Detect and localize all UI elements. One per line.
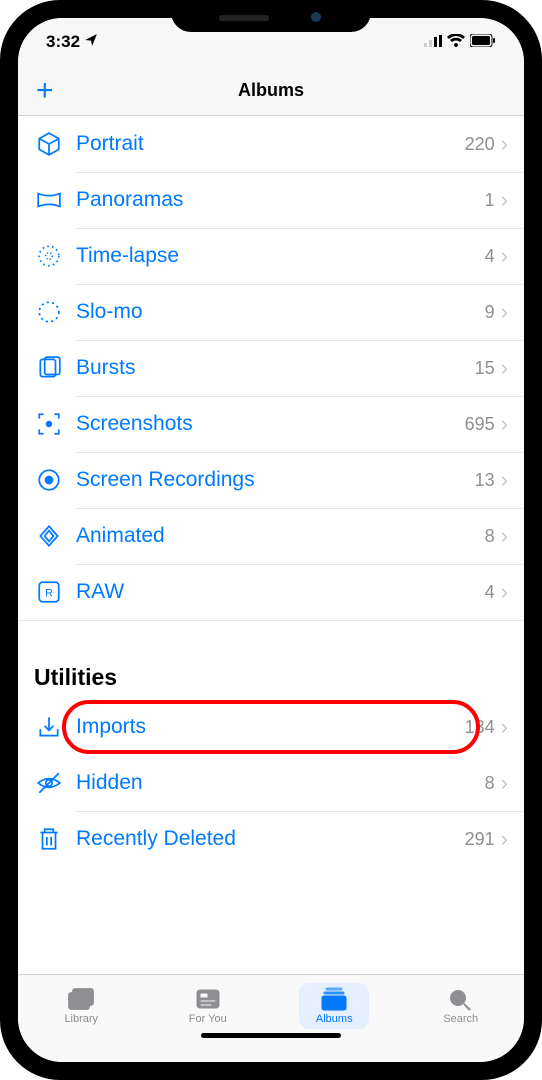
row-recently-deleted[interactable]: Recently Deleted 291 ›: [18, 811, 524, 867]
tab-library[interactable]: Library: [46, 983, 116, 1029]
chevron-right-icon: ›: [501, 770, 508, 796]
row-imports[interactable]: Imports 134 ›: [18, 699, 524, 755]
tab-bar: Library For You Albums Search: [18, 974, 524, 1062]
row-screenrecordings[interactable]: Screen Recordings 13 ›: [18, 452, 524, 508]
status-right: [424, 32, 496, 52]
wifi-icon: [447, 32, 465, 52]
row-count: 4: [485, 582, 495, 603]
battery-icon: [470, 32, 496, 52]
chevron-right-icon: ›: [501, 523, 508, 549]
slomo-icon: [34, 297, 64, 327]
row-label: Screen Recordings: [76, 468, 475, 492]
content-area[interactable]: Portrait 220 › Panoramas 1 › Time-lapse …: [18, 116, 524, 974]
screen: 3:32 + Albums: [18, 18, 524, 1062]
row-count: 8: [485, 526, 495, 547]
trash-icon: [34, 824, 64, 854]
screenshots-icon: [34, 409, 64, 439]
row-timelapse[interactable]: Time-lapse 4 ›: [18, 228, 524, 284]
row-count: 9: [485, 302, 495, 323]
animated-icon: [34, 521, 64, 551]
signal-icon: [424, 32, 442, 52]
screenrecording-icon: [34, 465, 64, 495]
row-label: Imports: [76, 715, 465, 739]
chevron-right-icon: ›: [501, 714, 508, 740]
row-label: Recently Deleted: [76, 827, 465, 851]
row-count: 1: [485, 190, 495, 211]
panorama-icon: [34, 185, 64, 215]
nav-bar: + Albums: [18, 66, 524, 116]
svg-text:R: R: [45, 587, 53, 599]
utilities-header: Utilities: [18, 656, 524, 699]
row-animated[interactable]: Animated 8 ›: [18, 508, 524, 564]
tab-label: Search: [443, 1013, 478, 1025]
row-label: Slo-mo: [76, 300, 485, 324]
row-count: 695: [465, 414, 495, 435]
chevron-right-icon: ›: [501, 243, 508, 269]
row-label: Bursts: [76, 356, 475, 380]
row-label: Time-lapse: [76, 244, 485, 268]
imports-icon: [34, 712, 64, 742]
status-time: 3:32: [46, 32, 80, 52]
row-portrait[interactable]: Portrait 220 ›: [18, 116, 524, 172]
row-raw[interactable]: R RAW 4 ›: [18, 564, 524, 620]
row-count: 13: [475, 470, 495, 491]
row-hidden[interactable]: Hidden 8 ›: [18, 755, 524, 811]
row-count: 15: [475, 358, 495, 379]
row-label: RAW: [76, 580, 485, 604]
row-slomo[interactable]: Slo-mo 9 ›: [18, 284, 524, 340]
chevron-right-icon: ›: [501, 411, 508, 437]
row-label: Panoramas: [76, 188, 485, 212]
tab-label: For You: [189, 1013, 227, 1025]
cube-icon: [34, 129, 64, 159]
add-button[interactable]: +: [36, 76, 54, 106]
chevron-right-icon: ›: [501, 299, 508, 325]
tab-label: Albums: [316, 1013, 353, 1025]
raw-icon: R: [34, 577, 64, 607]
hidden-icon: [34, 768, 64, 798]
section-divider: [18, 620, 524, 656]
row-count: 220: [465, 134, 495, 155]
chevron-right-icon: ›: [501, 579, 508, 605]
row-bursts[interactable]: Bursts 15 ›: [18, 340, 524, 396]
notch: [171, 0, 371, 32]
home-indicator[interactable]: [201, 1033, 341, 1038]
tab-search[interactable]: Search: [426, 983, 496, 1029]
row-count: 291: [465, 829, 495, 850]
timelapse-icon: [34, 241, 64, 271]
phone-frame: 3:32 + Albums: [0, 0, 542, 1080]
chevron-right-icon: ›: [501, 826, 508, 852]
row-screenshots[interactable]: Screenshots 695 ›: [18, 396, 524, 452]
row-count: 134: [465, 717, 495, 738]
chevron-right-icon: ›: [501, 131, 508, 157]
chevron-right-icon: ›: [501, 467, 508, 493]
location-icon: [84, 32, 98, 52]
tab-label: Library: [64, 1013, 98, 1025]
tab-albums[interactable]: Albums: [299, 983, 369, 1029]
row-count: 4: [485, 246, 495, 267]
status-time-area: 3:32: [46, 32, 98, 52]
bursts-icon: [34, 353, 64, 383]
row-label: Animated: [76, 524, 485, 548]
row-label: Screenshots: [76, 412, 465, 436]
tab-foryou[interactable]: For You: [173, 983, 243, 1029]
nav-title: Albums: [238, 80, 304, 101]
chevron-right-icon: ›: [501, 355, 508, 381]
row-label: Portrait: [76, 132, 465, 156]
row-panoramas[interactable]: Panoramas 1 ›: [18, 172, 524, 228]
row-count: 8: [485, 773, 495, 794]
chevron-right-icon: ›: [501, 187, 508, 213]
row-label: Hidden: [76, 771, 485, 795]
